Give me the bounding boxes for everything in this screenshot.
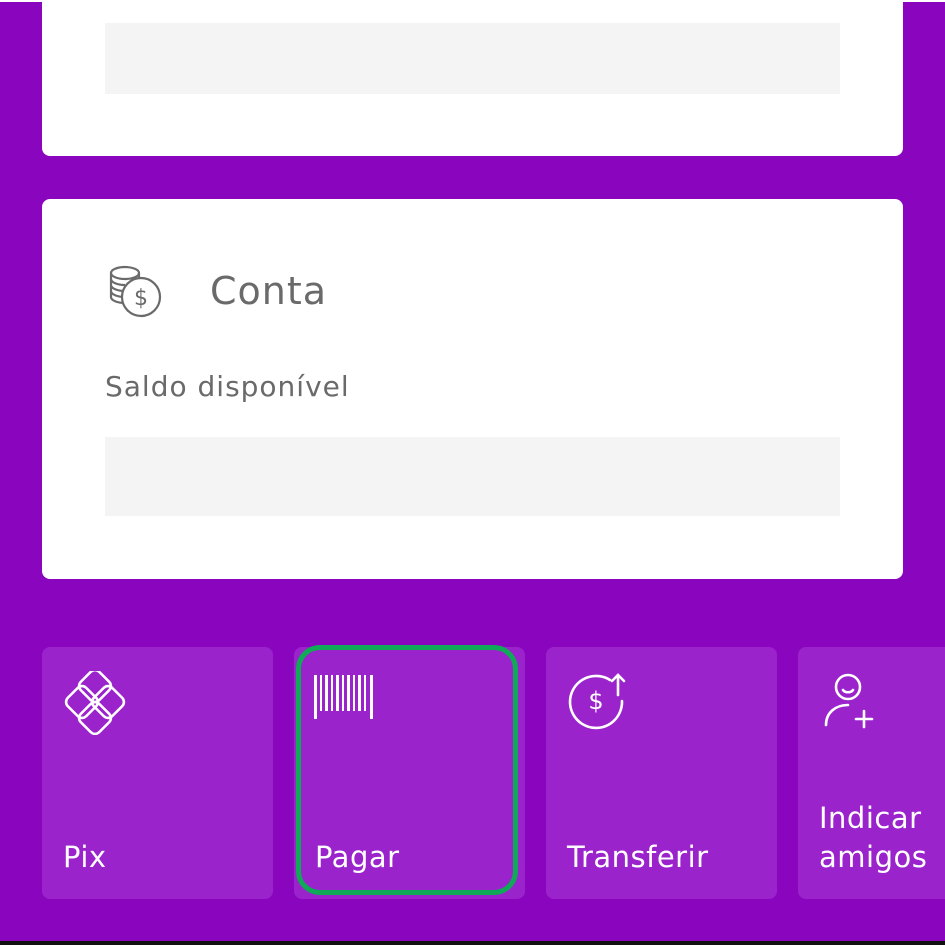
pix-icon (62, 668, 128, 739)
barcode-icon (314, 671, 380, 723)
svg-text:$: $ (588, 687, 603, 715)
shortcut-carousel[interactable]: Pix Pagar $ Transferir Indicar amigos (0, 647, 945, 899)
svg-text:$: $ (134, 286, 148, 311)
loading-placeholder (105, 23, 840, 94)
account-card[interactable]: $ Conta Saldo disponível (42, 199, 903, 579)
refer-friends-label-line1: Indicar (819, 801, 922, 835)
pay-shortcut[interactable]: Pagar (294, 647, 525, 899)
transfer-label: Transferir (567, 840, 709, 874)
add-friend-icon (818, 671, 882, 739)
transfer-money-icon: $ (566, 671, 630, 739)
pay-label: Pagar (315, 840, 400, 874)
refer-friends-shortcut[interactable]: Indicar amigos (798, 647, 945, 899)
balance-placeholder (105, 437, 840, 516)
account-title: Conta (210, 269, 328, 313)
refer-friends-label: Indicar amigos (819, 799, 927, 877)
transfer-shortcut[interactable]: $ Transferir (546, 647, 777, 899)
refer-friends-label-line2: amigos (819, 840, 928, 874)
bottom-edge (0, 941, 945, 945)
pix-shortcut[interactable]: Pix (42, 647, 273, 899)
previous-card[interactable] (42, 0, 903, 156)
coins-icon: $ (106, 263, 166, 323)
pix-label: Pix (63, 840, 107, 874)
balance-label: Saldo disponível (105, 370, 350, 403)
